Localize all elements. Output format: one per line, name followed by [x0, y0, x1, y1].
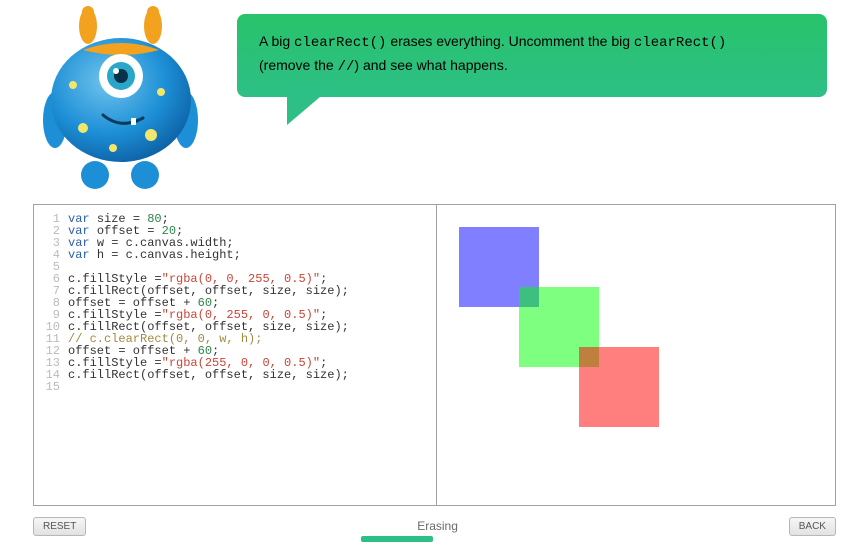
code-content[interactable]: c.fillRect(offset, offset, size, size);	[68, 369, 349, 381]
reset-button[interactable]: RESET	[33, 517, 86, 536]
bubble-code: clearRect()	[294, 35, 386, 51]
bubble-tail	[287, 91, 327, 125]
bubble-text: (remove the	[259, 57, 338, 73]
top-section: A big clearRect() erases everything. Unc…	[0, 0, 846, 200]
back-button[interactable]: BACK	[789, 517, 836, 536]
bubble-text: A big	[259, 33, 294, 49]
lesson-title: Erasing	[417, 519, 458, 533]
instruction-bubble: A big clearRect() erases everything. Unc…	[237, 14, 827, 97]
main-panel: 1var size = 80;2var offset = 20;3var w =…	[33, 204, 836, 506]
code-line[interactable]: 14c.fillRect(offset, offset, size, size)…	[38, 369, 426, 381]
line-number: 15	[38, 381, 60, 393]
progress-bar	[361, 536, 433, 542]
bubble-code: clearRect()	[634, 35, 726, 51]
code-editor[interactable]: 1var size = 80;2var offset = 20;3var w =…	[34, 205, 437, 505]
bubble-text: ) and see what happens.	[354, 57, 507, 73]
monster-illustration	[33, 0, 208, 190]
code-content[interactable]: var h = c.canvas.height;	[68, 249, 241, 261]
canvas-preview	[437, 205, 835, 505]
code-line[interactable]: 4var h = c.canvas.height;	[38, 249, 426, 261]
bubble-code: //	[338, 59, 355, 75]
square-red	[579, 347, 659, 427]
code-line[interactable]: 15	[38, 381, 426, 393]
progress-track	[33, 536, 836, 542]
bubble-text: erases everything. Uncomment the big	[386, 33, 633, 49]
